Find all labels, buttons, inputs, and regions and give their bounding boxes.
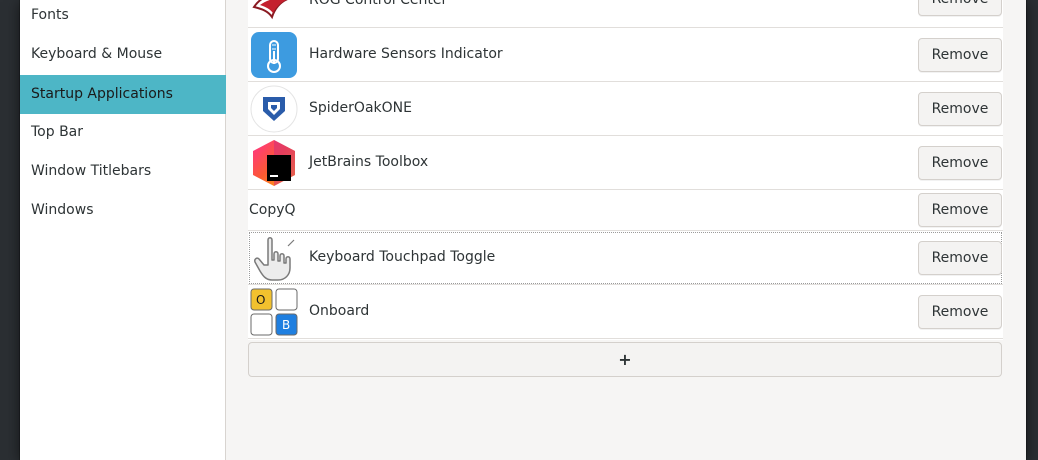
startup-app-row: Hardware Sensors Indicator Remove bbox=[248, 28, 1003, 82]
sidebar-item-window-titlebars[interactable]: Window Titlebars bbox=[20, 152, 226, 191]
spideroak-icon bbox=[250, 85, 298, 133]
startup-app-name: Keyboard Touchpad Toggle bbox=[309, 249, 496, 265]
startup-app-row: JetBrains Toolbox Remove bbox=[248, 136, 1003, 190]
startup-app-row: Keyboard Touchpad Toggle Remove bbox=[248, 231, 1003, 285]
rog-logo-icon bbox=[252, 0, 288, 20]
startup-app-name: Hardware Sensors Indicator bbox=[309, 46, 503, 62]
remove-button[interactable]: Remove bbox=[918, 241, 1002, 275]
onboard-key-b: B bbox=[282, 318, 290, 332]
sidebar-item-keyboard-mouse[interactable]: Keyboard & Mouse bbox=[20, 35, 226, 74]
startup-app-name: CopyQ bbox=[249, 202, 296, 218]
remove-button[interactable]: Remove bbox=[918, 146, 1002, 180]
sidebar-item-fonts[interactable]: Fonts bbox=[20, 0, 226, 35]
startup-applications-panel: ROG Control Center Remove Hardware Senso… bbox=[227, 0, 1026, 460]
thermometer-icon bbox=[251, 32, 297, 78]
startup-app-list: ROG Control Center Remove Hardware Senso… bbox=[248, 0, 1003, 340]
add-startup-app-button[interactable]: + bbox=[248, 342, 1002, 377]
onboard-keyboard-icon: O B bbox=[250, 288, 298, 336]
startup-app-row: O B Onboard Remove bbox=[248, 285, 1003, 339]
remove-button[interactable]: Remove bbox=[918, 38, 1002, 72]
sidebar-item-top-bar[interactable]: Top Bar bbox=[20, 113, 226, 152]
sidebar: Fonts Keyboard & Mouse Startup Applicati… bbox=[20, 0, 226, 460]
sidebar-item-windows[interactable]: Windows bbox=[20, 191, 226, 230]
startup-app-name: ROG Control Center bbox=[309, 0, 448, 8]
pointing-hand-icon bbox=[254, 237, 295, 281]
remove-button[interactable]: Remove bbox=[918, 92, 1002, 126]
startup-app-row: CopyQ Remove bbox=[248, 190, 1003, 231]
sidebar-item-startup-applications[interactable]: Startup Applications bbox=[20, 75, 226, 114]
startup-app-row: SpiderOakONE Remove bbox=[248, 82, 1003, 136]
startup-app-name: JetBrains Toolbox bbox=[309, 154, 429, 170]
tweaks-window: Fonts Keyboard & Mouse Startup Applicati… bbox=[20, 0, 1026, 460]
startup-app-name: SpiderOakONE bbox=[309, 100, 412, 116]
startup-app-row: ROG Control Center Remove bbox=[248, 0, 1003, 28]
jetbrains-toolbox-icon bbox=[253, 140, 295, 186]
startup-app-name: Onboard bbox=[309, 303, 370, 319]
onboard-key-o: O bbox=[256, 293, 265, 307]
remove-button[interactable]: Remove bbox=[918, 0, 1002, 16]
remove-button[interactable]: Remove bbox=[918, 295, 1002, 329]
remove-button[interactable]: Remove bbox=[918, 193, 1002, 227]
